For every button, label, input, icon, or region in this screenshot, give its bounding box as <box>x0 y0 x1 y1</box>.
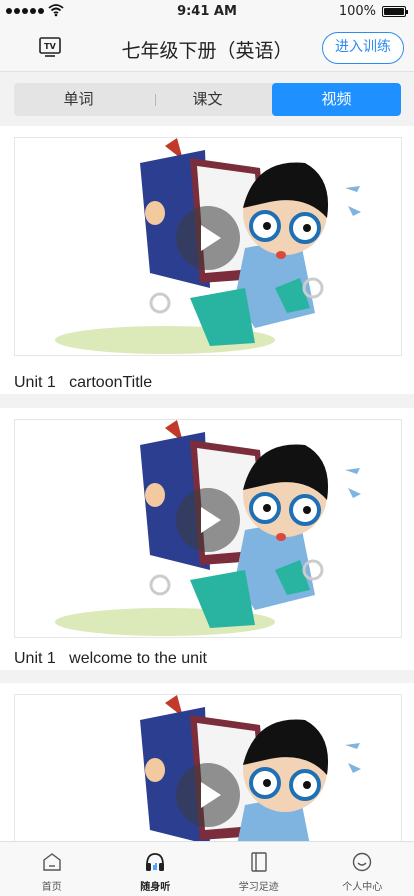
profile-icon <box>353 852 372 872</box>
book-icon <box>251 852 267 872</box>
headphones-icon <box>146 853 165 871</box>
video-card[interactable] <box>0 683 414 841</box>
battery-icon <box>382 6 408 17</box>
play-icon[interactable] <box>176 488 240 552</box>
video-list: Unit 1 cartoonTitle Unit 1 welcome to th… <box>0 126 414 841</box>
home-icon <box>43 853 61 871</box>
tab-footprint-label: 学习足迹 <box>238 882 279 893</box>
tab-listen[interactable]: 随身听 <box>104 842 208 896</box>
bottom-tab-bar: 首页 随身听 学习足迹 个人中心 <box>0 841 414 896</box>
segmented-control: 单词 课文 视频 <box>14 83 401 116</box>
tab-words[interactable]: 单词 <box>14 83 143 116</box>
tab-video[interactable]: 视频 <box>272 83 401 116</box>
video-title[interactable]: Unit 1 cartoonTitle <box>14 374 152 392</box>
video-card[interactable]: Unit 1 cartoonTitle <box>0 126 414 394</box>
tab-home[interactable]: 首页 <box>0 842 104 896</box>
video-title[interactable]: Unit 1 welcome to the unit <box>14 650 207 668</box>
video-thumbnail[interactable] <box>14 137 402 356</box>
tab-home-label: 首页 <box>41 882 62 893</box>
battery-percent: 100% <box>338 4 376 19</box>
nav-bar: TV 七年级下册（英语） 进入训练 <box>0 24 414 72</box>
video-card[interactable]: Unit 1 welcome to the unit <box>0 408 414 670</box>
video-thumbnail[interactable] <box>14 694 402 841</box>
video-thumbnail[interactable] <box>14 419 402 638</box>
status-bar: 9:41 AM 100% <box>0 0 414 24</box>
play-icon[interactable] <box>176 206 240 270</box>
tab-text[interactable]: 课文 <box>143 83 272 116</box>
tab-listen-label: 随身听 <box>140 882 171 893</box>
tab-profile-label: 个人中心 <box>342 882 383 893</box>
enter-training-button[interactable]: 进入训练 <box>322 32 404 64</box>
tab-profile[interactable]: 个人中心 <box>311 842 414 896</box>
tab-divider <box>155 94 156 106</box>
play-icon[interactable] <box>176 763 240 827</box>
tab-footprint[interactable]: 学习足迹 <box>207 842 311 896</box>
